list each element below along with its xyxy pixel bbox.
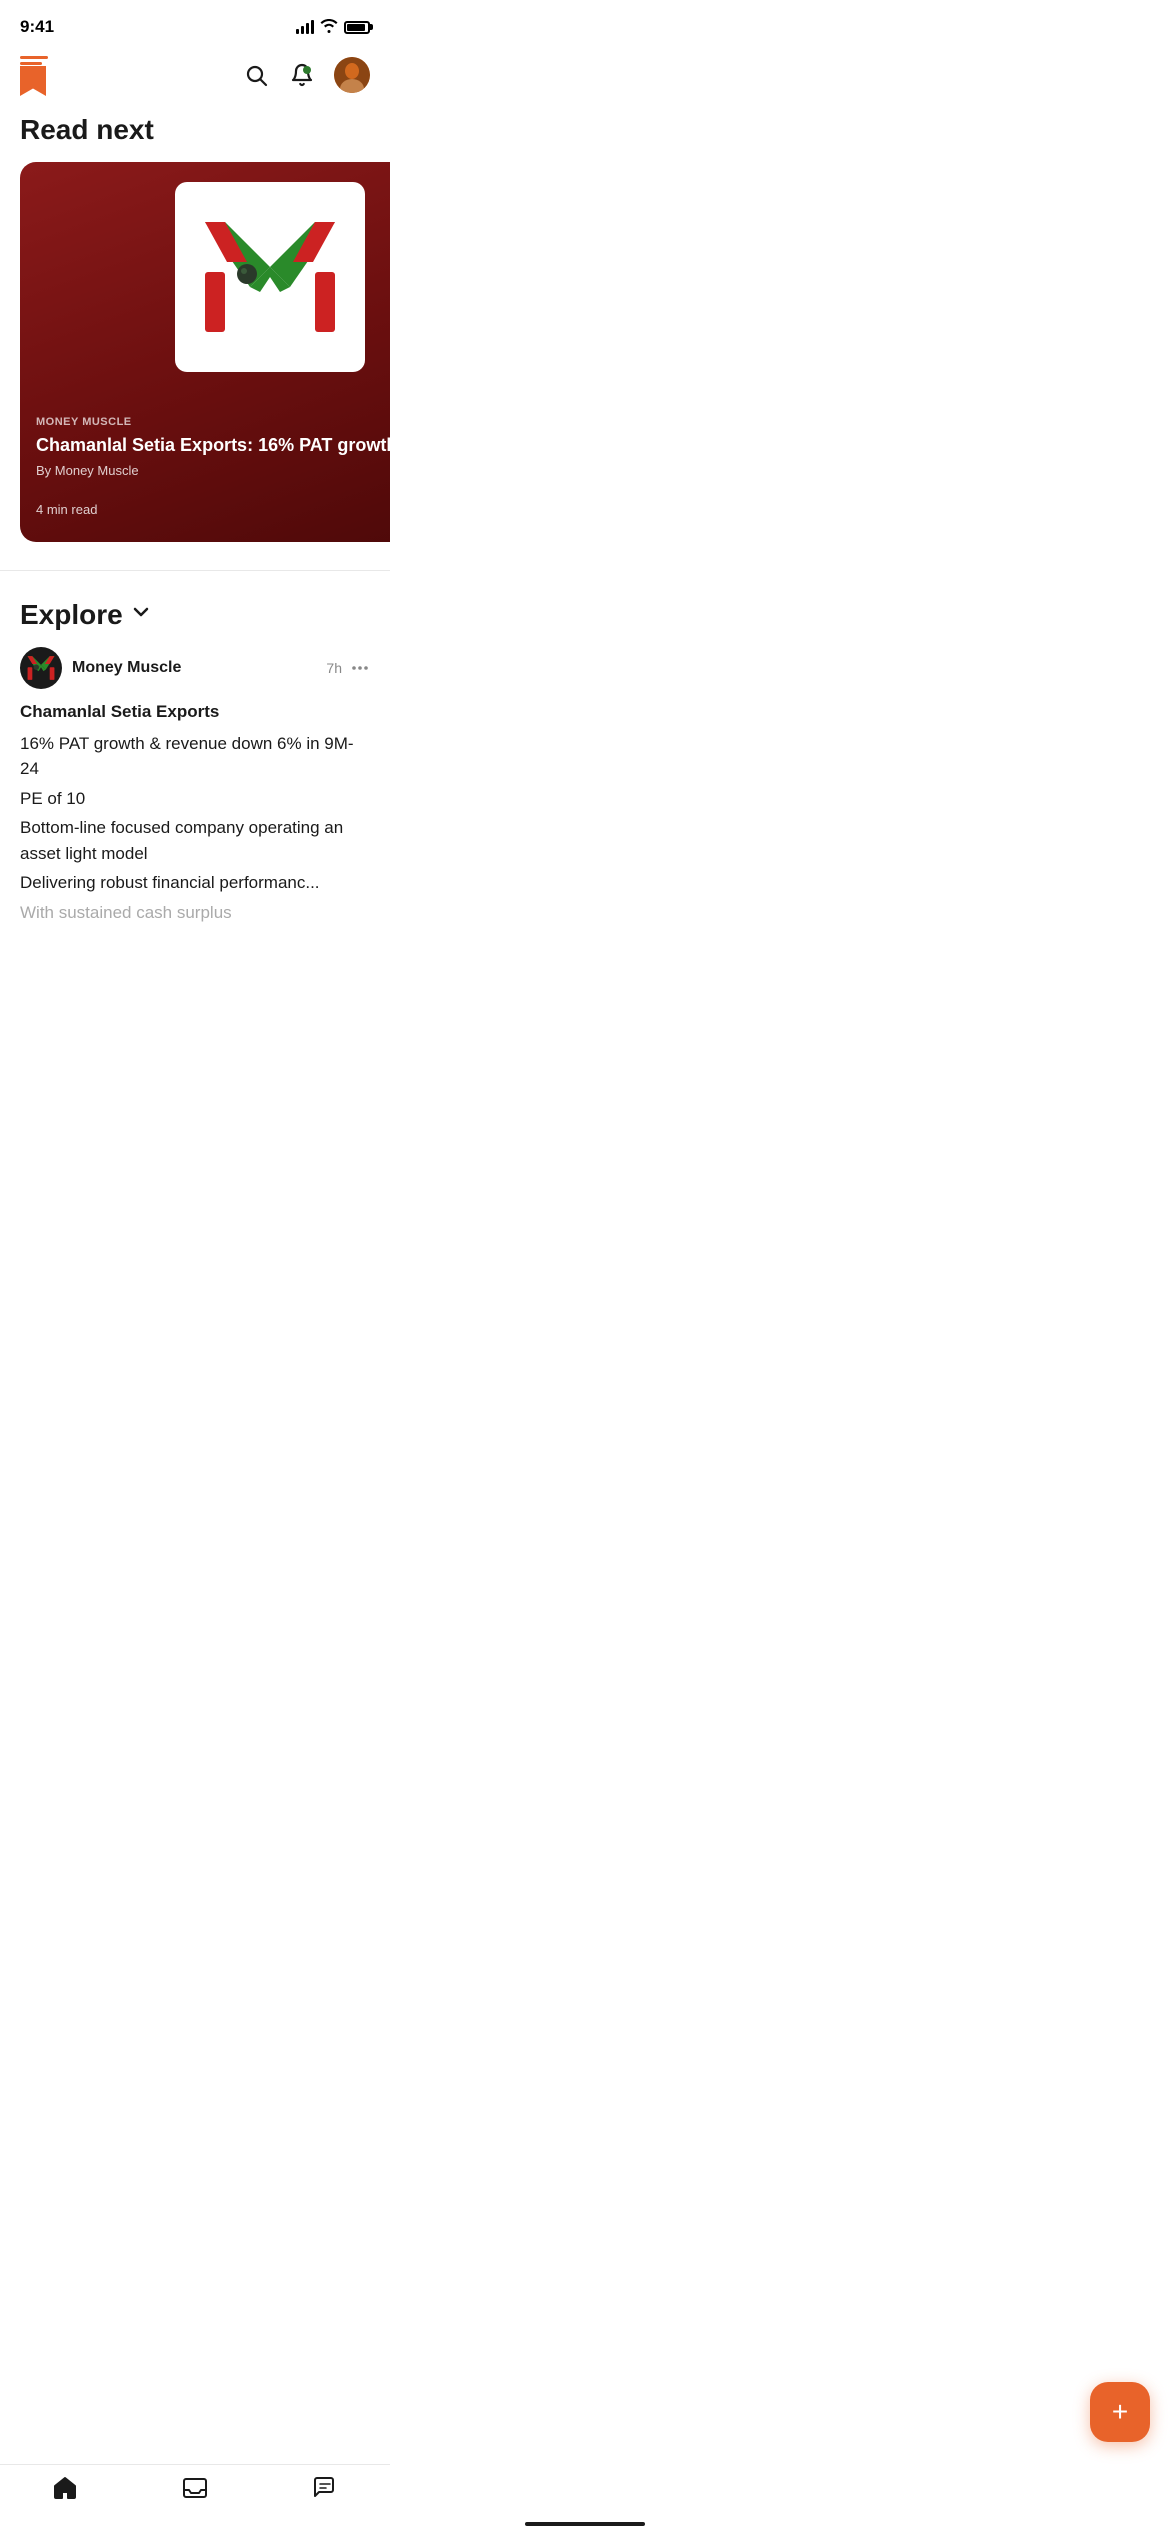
search-icon[interactable]: [242, 61, 270, 89]
article-time: 7h: [326, 660, 342, 676]
user-avatar[interactable]: [334, 57, 370, 93]
nav-messages[interactable]: [260, 2475, 390, 2508]
card-1-read-time: 4 min read: [36, 502, 97, 517]
read-next-title: Read next: [0, 106, 390, 162]
card-1-footer: 4 min read ···: [36, 492, 390, 526]
read-next-section: Read next: [0, 106, 390, 562]
app-logo[interactable]: [20, 56, 54, 94]
card-1-publisher: MONEY MUSCLE: [36, 416, 390, 428]
section-divider: [0, 570, 390, 571]
article-body-line-2: PE of 10: [20, 786, 370, 812]
battery-icon: [344, 21, 370, 34]
bottom-navigation: [0, 2464, 390, 2532]
explore-chevron-icon[interactable]: [131, 602, 151, 628]
nav-home[interactable]: [0, 2475, 130, 2508]
explore-header: Explore: [0, 579, 390, 647]
home-indicator: [525, 2522, 645, 2526]
article-meta-right: 7h: [326, 658, 370, 678]
messages-icon: [312, 2475, 338, 2508]
header-actions: [242, 57, 370, 93]
create-fab-button[interactable]: +: [1090, 2382, 1150, 2442]
nav-inbox[interactable]: [130, 2475, 260, 2508]
fab-icon: +: [1112, 2396, 1128, 2428]
article-meta-row: Money Muscle 7h: [20, 647, 370, 689]
article-body: Chamanlal Setia Exports 16% PAT growth &…: [20, 699, 370, 925]
card-1-title: Chamanlal Setia Exports: 16% PAT growth …: [36, 434, 390, 457]
signal-icon: [296, 20, 314, 34]
article-body-line-5: With sustained cash surplus: [20, 900, 370, 926]
publisher-info: Money Muscle: [72, 659, 316, 677]
article-list-item-1[interactable]: Money Muscle 7h Chamanlal Setia Exports …: [0, 647, 390, 943]
explore-title: Explore: [20, 599, 123, 631]
article-more-button[interactable]: [350, 658, 370, 678]
article-headline: Chamanlal Setia Exports: [20, 699, 370, 725]
explore-section: Explore: [0, 579, 390, 943]
publisher-name: Money Muscle: [72, 659, 181, 676]
home-icon: [52, 2475, 78, 2508]
card-1-image: [175, 182, 365, 372]
app-header: [0, 48, 390, 106]
article-card-1[interactable]: MONEY MUSCLE Chamanlal Setia Exports: 16…: [20, 162, 390, 542]
card-1-author: By Money Muscle: [36, 463, 390, 478]
article-body-line-1: 16% PAT growth & revenue down 6% in 9M-2…: [20, 731, 370, 782]
article-body-line-3: Bottom-line focused company operating an…: [20, 815, 370, 866]
publisher-avatar: [20, 647, 62, 689]
status-icons: [296, 19, 370, 36]
cards-scroll-container[interactable]: MONEY MUSCLE Chamanlal Setia Exports: 16…: [0, 162, 390, 562]
inbox-icon: [182, 2475, 208, 2508]
wifi-icon: [320, 19, 338, 36]
card-1-content: MONEY MUSCLE Chamanlal Setia Exports: 16…: [20, 404, 390, 542]
status-time: 9:41: [20, 17, 54, 37]
article-body-line-4: Delivering robust financial performanc..…: [20, 870, 370, 896]
status-bar: 9:41: [0, 0, 390, 48]
notifications-icon[interactable]: [288, 61, 316, 89]
